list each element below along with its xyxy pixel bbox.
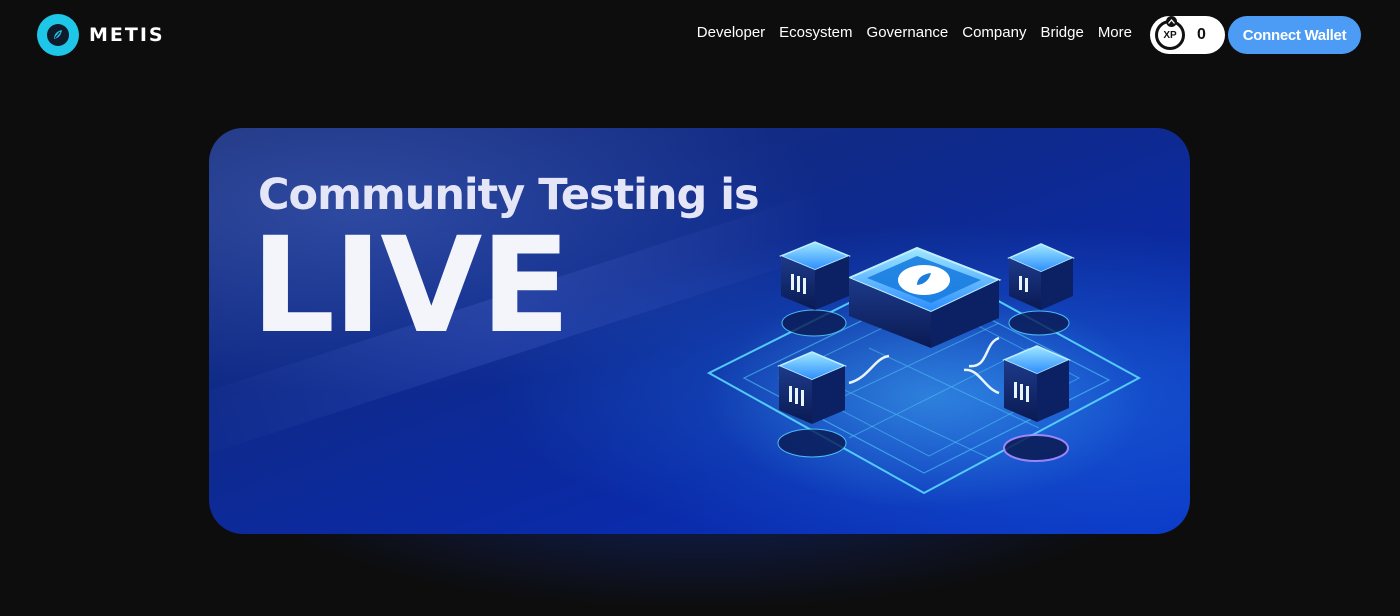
nav-governance[interactable]: Governance [867, 24, 949, 41]
brand-name: METIS [89, 24, 165, 46]
connect-wallet-button[interactable]: Connect Wallet [1228, 16, 1361, 54]
main-nav: Developer Ecosystem Governance Company B… [697, 24, 1132, 41]
metis-leaf-icon [37, 14, 79, 56]
xp-badge-label: XP [1163, 29, 1177, 41]
nav-bridge[interactable]: Bridge [1040, 24, 1083, 41]
xp-counter[interactable]: XP 0 [1150, 16, 1225, 54]
xp-badge-icon: XP [1155, 16, 1185, 50]
metis-home-link[interactable]: METIS [37, 14, 165, 56]
blockchain-nodes-illustration [706, 241, 1149, 508]
hero-headline: LIVE [251, 209, 571, 363]
nav-developer[interactable]: Developer [697, 24, 765, 41]
xp-count: 0 [1197, 26, 1206, 43]
nav-company[interactable]: Company [962, 24, 1026, 41]
top-navbar: METIS Developer Ecosystem Governance Com… [0, 0, 1400, 70]
chevron-up-icon [1166, 16, 1177, 27]
nav-more[interactable]: More [1098, 24, 1132, 41]
nav-ecosystem[interactable]: Ecosystem [779, 24, 852, 41]
hero-banner[interactable]: Community Testing is LIVE [209, 128, 1190, 534]
